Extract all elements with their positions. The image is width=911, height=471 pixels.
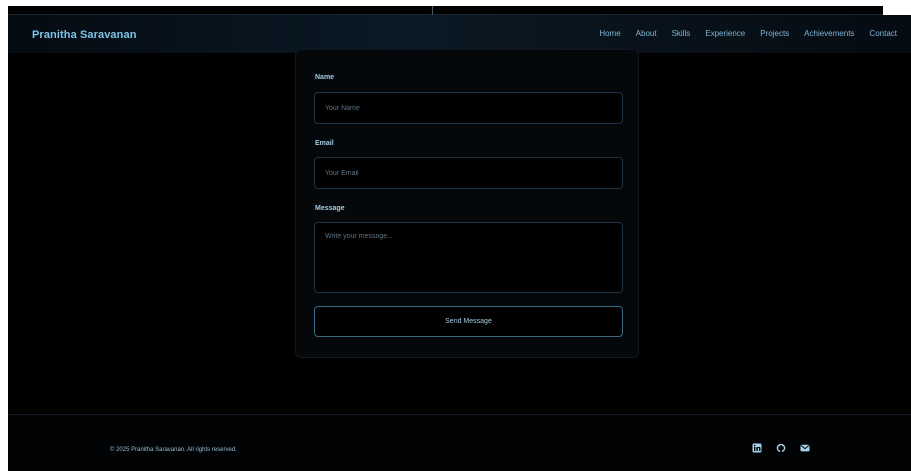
footer: © 2025 Pranitha Saravanan. All rights re… <box>8 415 911 471</box>
email-label: Email <box>315 140 334 147</box>
page: Pranitha Saravanan Home About Skills Exp… <box>8 6 911 471</box>
nav-link-about[interactable]: About <box>636 29 657 38</box>
top-strip <box>8 6 883 15</box>
white-corner <box>883 6 911 15</box>
name-input[interactable] <box>314 92 623 124</box>
brand-logo[interactable]: Pranitha Saravanan <box>32 29 137 41</box>
top-strip-divider <box>432 6 433 15</box>
social-links <box>752 443 810 453</box>
send-message-button[interactable]: Send Message <box>314 306 623 337</box>
github-icon[interactable] <box>776 443 786 453</box>
email-icon[interactable] <box>800 443 810 453</box>
nav-link-projects[interactable]: Projects <box>760 29 789 38</box>
email-input[interactable] <box>314 157 623 189</box>
navbar: Pranitha Saravanan Home About Skills Exp… <box>8 15 911 53</box>
contact-form: Name Email Message Send Message <box>295 49 639 358</box>
linkedin-icon[interactable] <box>752 443 762 453</box>
message-textarea[interactable] <box>314 222 623 293</box>
copyright-text: © 2025 Pranitha Saravanan. All rights re… <box>110 447 237 453</box>
nav-link-experience[interactable]: Experience <box>705 29 745 38</box>
nav-link-home[interactable]: Home <box>599 29 620 38</box>
nav-link-achievements[interactable]: Achievements <box>804 29 854 38</box>
message-label: Message <box>315 205 345 212</box>
nav-link-skills[interactable]: Skills <box>672 29 691 38</box>
nav-links: Home About Skills Experience Projects Ac… <box>599 29 897 38</box>
nav-link-contact[interactable]: Contact <box>869 29 897 38</box>
name-label: Name <box>315 74 335 81</box>
